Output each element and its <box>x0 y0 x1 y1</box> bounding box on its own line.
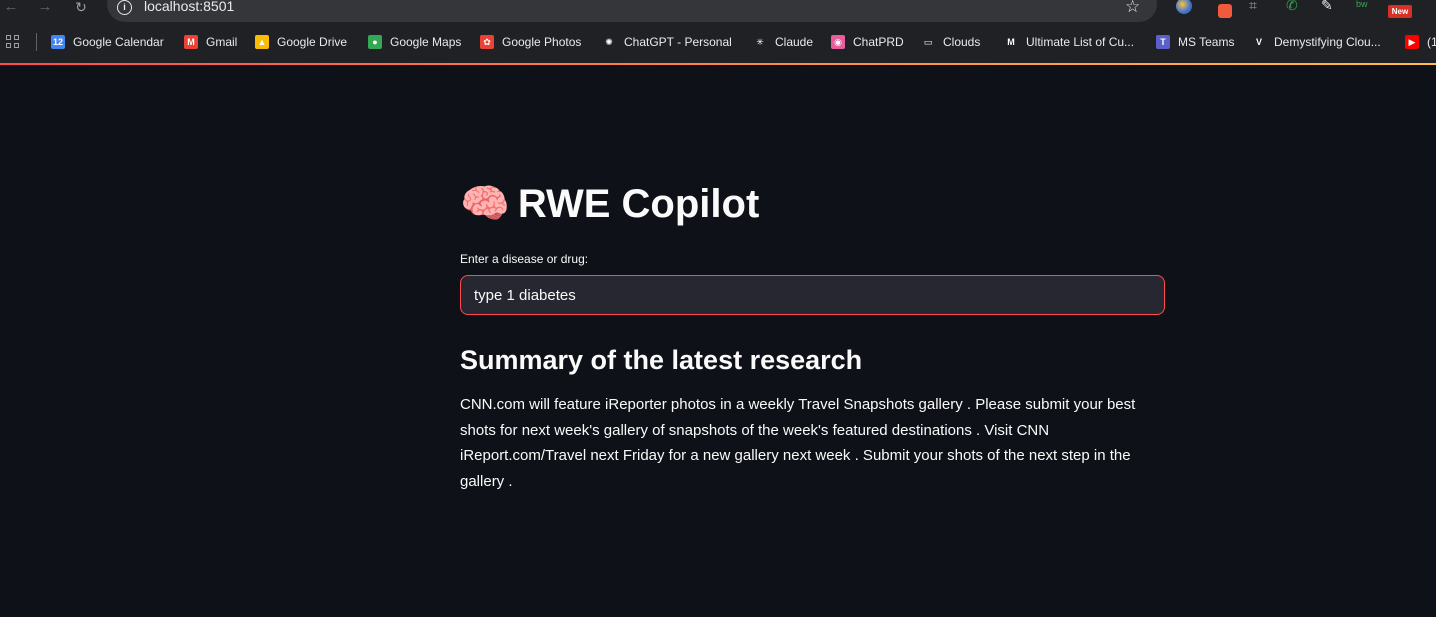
bookmark-item[interactable]: T MS Teams <box>1156 33 1234 51</box>
bookmark-item[interactable]: M Gmail <box>184 33 237 51</box>
bookmark-label: Gmail <box>206 35 238 49</box>
v-icon: V <box>1252 35 1266 49</box>
browser-toolbar: ← → ↻ i localhost:8501 ☆ ⌗ ✆ ✎ bw New <box>0 0 1436 22</box>
input-label: Enter a disease or drug: <box>460 252 589 266</box>
forward-arrow-icon[interactable]: → <box>36 0 54 16</box>
apps-grid-icon[interactable] <box>6 35 19 48</box>
extension-phone-icon[interactable]: ✆ <box>1286 0 1302 14</box>
maps-icon: ● <box>368 35 382 49</box>
youtube-icon: ▶ <box>1405 35 1419 49</box>
summary-heading: Summary of the latest research <box>460 345 863 375</box>
extension-bw-icon[interactable]: bw <box>1356 0 1372 14</box>
bookmark-item[interactable]: ▶ (1 <box>1405 33 1436 51</box>
page-title-text: RWE Copilot <box>517 182 760 226</box>
bookmark-item[interactable]: ◉ ChatPRD <box>831 33 904 51</box>
url-text[interactable]: localhost:8501 <box>144 0 234 14</box>
bookmark-item[interactable]: ▭ Clouds <box>921 33 980 51</box>
photos-icon: ✿ <box>480 35 494 49</box>
page-title: 🧠 RWE Copilot <box>460 179 759 229</box>
bookmark-label: Google Calendar <box>73 35 164 49</box>
streamlit-header-decoration <box>0 63 1436 65</box>
bookmark-label: (1 <box>1427 35 1436 49</box>
summary-text: CNN.com will feature iReporter photos in… <box>460 396 1136 491</box>
bookmark-item[interactable]: ● Google Maps <box>368 33 461 51</box>
back-arrow-icon[interactable]: ← <box>2 0 20 16</box>
extension-pen-icon[interactable]: ✎ <box>1321 0 1337 14</box>
site-info-icon[interactable]: i <box>117 0 132 15</box>
bookmark-label: ChatPRD <box>853 35 904 49</box>
bookmark-item[interactable]: 12 Google Calendar <box>51 33 164 51</box>
address-bar[interactable]: i localhost:8501 ☆ <box>107 0 1157 22</box>
extension-globe-icon[interactable] <box>1176 0 1192 14</box>
bookmark-item[interactable]: V Demystifying Clou... <box>1252 33 1381 51</box>
bookmark-label: ChatGPT - Personal <box>624 35 732 49</box>
gmail-icon: M <box>184 35 198 49</box>
bookmark-label: Google Photos <box>502 35 582 49</box>
extension-new-badge[interactable]: New <box>1388 5 1412 18</box>
chatprd-icon: ◉ <box>831 35 845 49</box>
bookmark-label: Demystifying Clou... <box>1274 35 1381 49</box>
extension-crop-icon[interactable]: ⌗ <box>1249 0 1265 14</box>
bookmark-item[interactable]: ✿ Google Photos <box>480 33 581 51</box>
bookmark-item[interactable]: ✳ Claude <box>753 33 813 51</box>
bookmark-item[interactable]: ▲ Google Drive <box>255 33 347 51</box>
bookmark-label: Google Drive <box>277 35 348 49</box>
disease-drug-input[interactable] <box>460 275 1165 315</box>
bookmark-label: Claude <box>775 35 814 49</box>
bookmark-label: Clouds <box>943 35 981 49</box>
calendar-icon: 12 <box>51 35 65 49</box>
brain-icon: 🧠 <box>460 181 510 227</box>
medium-icon: M <box>1004 35 1018 49</box>
claude-icon: ✳ <box>753 35 767 49</box>
bookmark-label: Ultimate List of Cu... <box>1026 35 1135 49</box>
reload-icon[interactable]: ↻ <box>72 0 90 16</box>
bookmark-item[interactable]: ✺ ChatGPT - Personal <box>602 33 732 51</box>
extension-orange-icon[interactable] <box>1218 4 1232 18</box>
bookmark-star-icon[interactable]: ☆ <box>1125 0 1140 15</box>
chatgpt-icon: ✺ <box>602 35 616 49</box>
bookmark-label: Google Maps <box>390 35 462 49</box>
folder-icon: ▭ <box>921 35 935 49</box>
bookmarks-divider <box>36 33 37 51</box>
bookmarks-bar: 12 Google Calendar M Gmail ▲ Google Drive ● Goo… <box>0 22 1436 63</box>
teams-icon: T <box>1156 35 1170 49</box>
drive-icon: ▲ <box>255 35 269 49</box>
bookmark-label: MS Teams <box>1178 35 1235 49</box>
bookmark-item[interactable]: M Ultimate List of Cu... <box>1004 33 1134 51</box>
